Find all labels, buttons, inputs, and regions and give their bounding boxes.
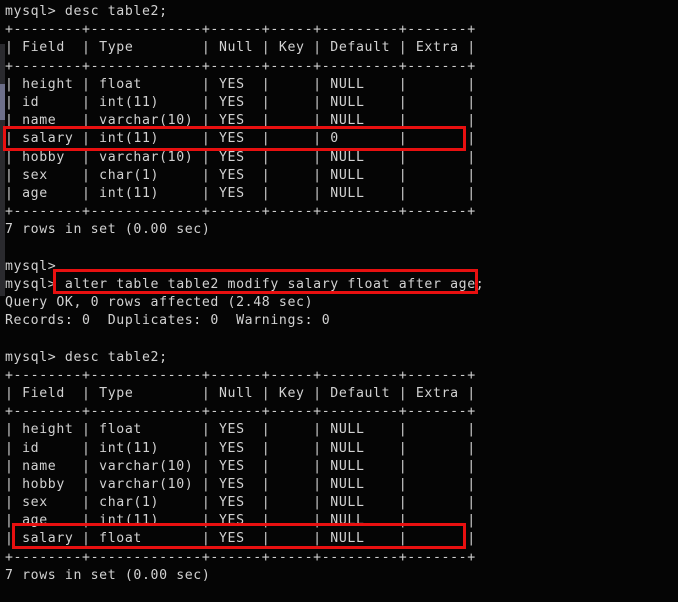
- terminal-output[interactable]: mysql> desc table2; +--------+----------…: [0, 0, 678, 602]
- rows-in-set-second: 7 rows in set (0.00 sec): [5, 567, 211, 583]
- query-ok-message: Query OK, 0 rows affected (2.48 sec): [5, 295, 314, 310]
- table-row: | hobby | varchar(10) | YES | | NULL | |: [5, 476, 476, 492]
- prompt-idle: mysql>: [5, 258, 57, 274]
- records-summary: Records: 0 Duplicates: 0 Warnings: 0: [5, 313, 331, 329]
- table-rule-top-2: +--------+-------------+------+-----+---…: [5, 367, 476, 383]
- table-row: | hobby | varchar(10) | YES | | NULL | |: [5, 149, 476, 165]
- table-row: | height | float | YES | | NULL | |: [5, 422, 476, 438]
- table-row-salary-before: | salary | int(11) | YES | | 0 | |: [5, 131, 476, 147]
- table-row: | id | int(11) | YES | | NULL | |: [5, 94, 476, 110]
- table-row: | age | int(11) | YES | | NULL | |: [5, 185, 476, 201]
- rows-in-set-first: 7 rows in set (0.00 sec): [5, 222, 211, 238]
- table-row: | height | float | YES | | NULL | |: [5, 76, 476, 92]
- command-desc-first: mysql> desc table2;: [5, 4, 168, 19]
- table-row: | age | int(11) | YES | | NULL | |: [5, 513, 476, 529]
- table-rule-bottom-1: +--------+-------------+------+-----+---…: [5, 204, 476, 220]
- table-rule-mid-2: +--------+-------------+------+-----+---…: [5, 404, 476, 420]
- table-header-1: | Field | Type | Null | Key | Default | …: [5, 40, 476, 56]
- table-row: | sex | char(1) | YES | | NULL | |: [5, 495, 476, 511]
- table-rule-mid-1: +--------+-------------+------+-----+---…: [5, 58, 476, 74]
- table-row-salary-after: | salary | float | YES | | NULL | |: [5, 531, 476, 547]
- command-desc-second: mysql> desc table2;: [5, 349, 168, 365]
- command-alter: mysql> alter table table2 modify salary …: [5, 276, 485, 292]
- table-rule-bottom-2: +--------+-------------+------+-----+---…: [5, 549, 476, 565]
- table-header-2: | Field | Type | Null | Key | Default | …: [5, 385, 476, 401]
- table-rule-top-1: +--------+-------------+------+-----+---…: [5, 22, 476, 38]
- table-row: | name | varchar(10) | YES | | NULL | |: [5, 458, 476, 474]
- table-row: | sex | char(1) | YES | | NULL | |: [5, 167, 476, 183]
- terminal-screen: mysql> desc table2; +--------+----------…: [0, 0, 678, 602]
- table-row: | id | int(11) | YES | | NULL | |: [5, 440, 476, 456]
- table-row: | name | varchar(10) | YES | | NULL | |: [5, 113, 476, 129]
